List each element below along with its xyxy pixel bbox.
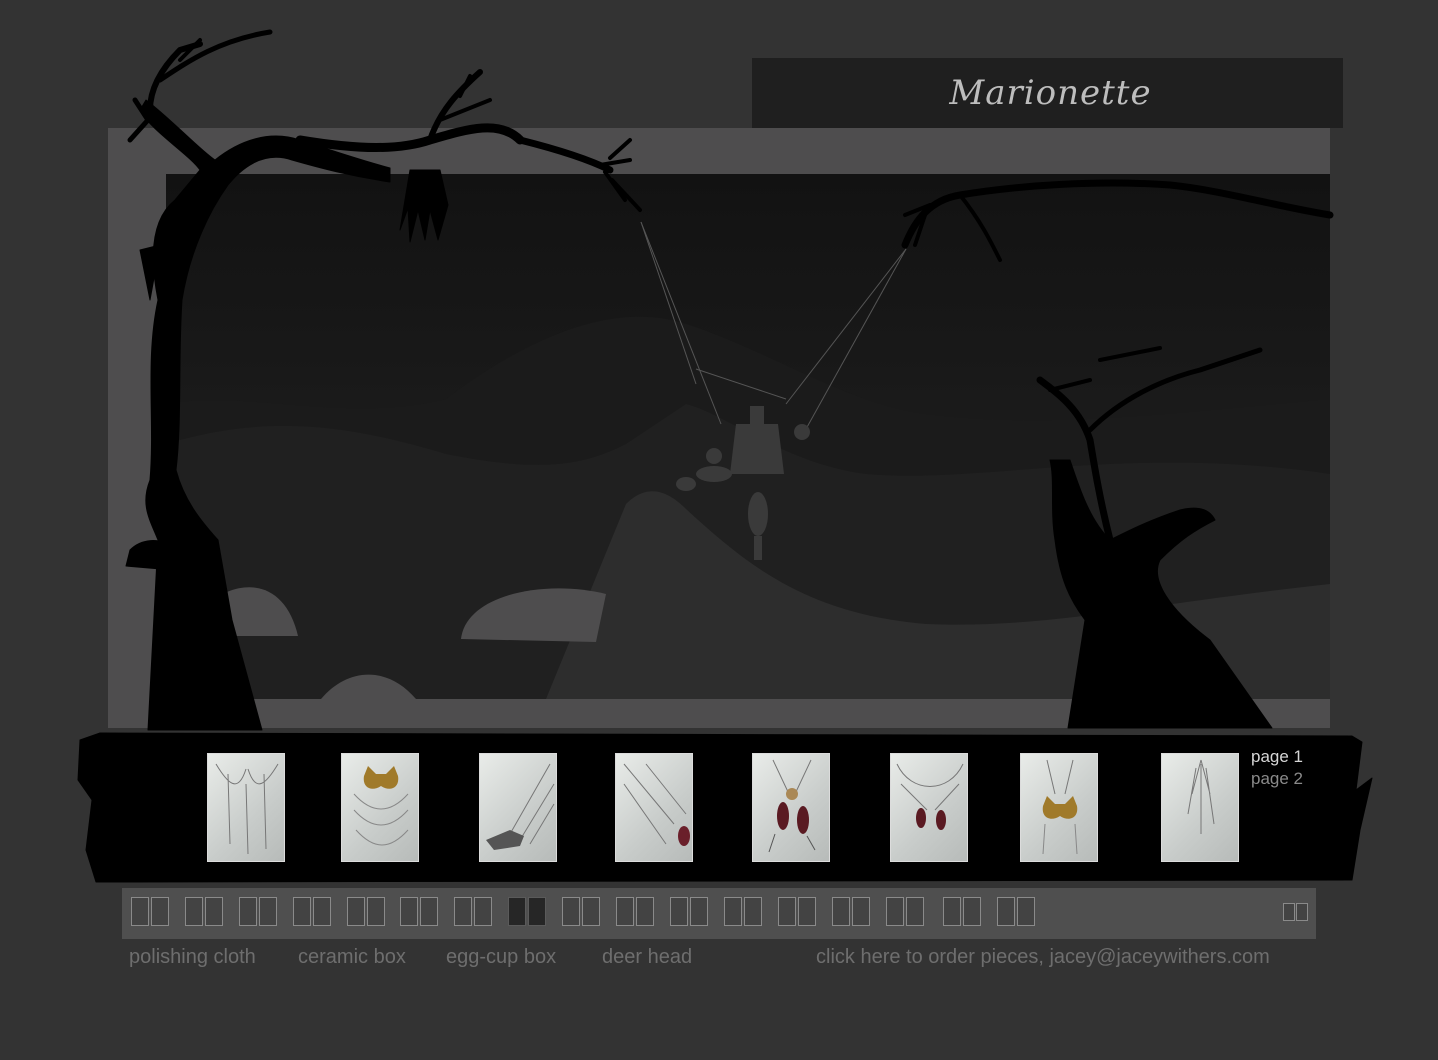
order-link[interactable]: click here to order pieces, jacey@jaceyw… (816, 946, 1270, 969)
page-1-link[interactable]: page 1 (1251, 746, 1303, 768)
thumbnail-5[interactable] (752, 753, 830, 862)
book-icon[interactable] (292, 897, 334, 928)
book-icon[interactable] (238, 897, 280, 928)
book-icon[interactable] (996, 897, 1038, 928)
page-title: Marionette (949, 73, 1152, 113)
thumbnail-8[interactable] (1161, 753, 1239, 862)
hand-chain-image (486, 763, 555, 850)
page-links: page 1 page 2 (1251, 746, 1303, 790)
book-icon[interactable] (130, 897, 172, 928)
footer-link-ceramic-box[interactable]: ceramic box (298, 946, 406, 969)
book-icon[interactable] (453, 897, 495, 928)
book-icon[interactable] (885, 897, 927, 928)
page-2-link[interactable]: page 2 (1251, 768, 1303, 790)
beaded-chain-image (623, 763, 690, 846)
book-icon[interactable] (615, 897, 657, 928)
footer-link-egg-cup-box[interactable]: egg-cup box (446, 946, 556, 969)
thumbnail-6[interactable] (890, 753, 968, 862)
thumbnail-7[interactable] (1020, 753, 1098, 862)
thumbnail-3[interactable] (479, 753, 557, 862)
thumbnail-2[interactable] (341, 753, 419, 862)
marionette-necklace-image (896, 763, 964, 830)
book-icon[interactable] (723, 897, 765, 928)
book-icon[interactable] (561, 897, 603, 928)
scene-backdrop (166, 221, 1330, 699)
necklace-chains-image (215, 763, 279, 855)
book-icon[interactable] (831, 897, 873, 928)
title-bar: Marionette (752, 58, 1343, 128)
book-icon-small[interactable] (1282, 903, 1310, 923)
book-icon[interactable] (942, 897, 984, 928)
book-icon[interactable] (399, 897, 441, 928)
book-icon[interactable] (184, 897, 226, 928)
thumbnail-1[interactable] (207, 753, 285, 862)
book-icon[interactable] (346, 897, 388, 928)
book-icon-active[interactable] (507, 897, 549, 928)
cat-mask-image (353, 766, 409, 846)
hanging-chains-image (1187, 759, 1215, 834)
book-icon[interactable] (669, 897, 711, 928)
thumbnail-4[interactable] (615, 753, 693, 862)
mask-pendant-image (1042, 759, 1078, 855)
marionette-pendant-image (768, 759, 816, 853)
footer-link-deer-head[interactable]: deer head (602, 946, 692, 969)
book-icon[interactable] (777, 897, 819, 928)
stage-scene (166, 174, 1330, 699)
footer-link-polishing-cloth[interactable]: polishing cloth (129, 946, 256, 969)
